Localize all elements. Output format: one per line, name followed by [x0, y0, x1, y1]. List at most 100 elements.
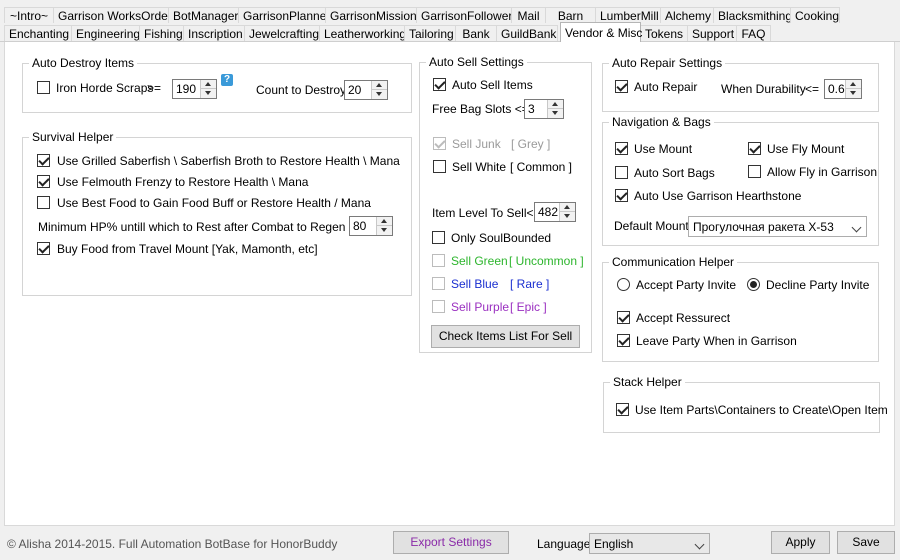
buy-food-checkbox[interactable] — [37, 242, 50, 255]
save-button[interactable]: Save — [837, 531, 895, 554]
tab-blacksmithing[interactable]: Blacksmithing — [713, 7, 792, 23]
stepper-up-icon[interactable] — [377, 217, 392, 226]
stepper-up-icon[interactable] — [201, 80, 216, 89]
auto-sell-checkbox[interactable] — [433, 78, 446, 91]
durability-label: When Durability — [721, 82, 806, 96]
default-mount-dropdown[interactable]: Прогулочная ракета X-53 — [688, 216, 867, 237]
communication-helper-title: Communication Helper — [609, 255, 738, 269]
tab-mail[interactable]: Mail — [511, 7, 546, 23]
stepper-down-icon[interactable] — [846, 89, 861, 98]
stepper-down-icon[interactable] — [372, 90, 387, 99]
free-slots-value: 3 — [528, 102, 535, 116]
tab-guildbank[interactable]: GuildBank — [496, 25, 558, 41]
tab-lumbermill[interactable]: LumberMill — [595, 7, 661, 23]
junk-quality-tag: [ Grey ] — [511, 137, 551, 151]
stepper-up-icon[interactable] — [372, 81, 387, 90]
scraps-operator: >= — [147, 81, 162, 95]
sell-purple-checkbox[interactable] — [432, 300, 445, 313]
stepper-up-icon[interactable] — [846, 80, 861, 89]
auto-repair-checkbox[interactable] — [615, 80, 628, 93]
item-level-label: Item Level To Sell<= — [432, 206, 541, 220]
grilled-saberfish-checkbox[interactable] — [37, 154, 50, 167]
auto-sort-bags-checkbox[interactable] — [615, 166, 628, 179]
stepper-down-icon[interactable] — [377, 226, 392, 235]
help-icon[interactable]: ? — [221, 74, 233, 86]
stepper-up-icon[interactable] — [560, 203, 575, 212]
export-settings-button[interactable]: Export Settings — [393, 531, 509, 554]
garrison-hearthstone-label: Auto Use Garrison Hearthstone — [634, 189, 802, 203]
iron-horde-scraps-label: Iron Horde Scraps — [56, 81, 154, 95]
tab-intro[interactable]: ~Intro~ — [4, 7, 54, 23]
stack-helper-title: Stack Helper — [610, 375, 685, 389]
check-items-list-button[interactable]: Check Items List For Sell — [431, 325, 580, 348]
default-mount-value: Прогулочная ракета X-53 — [693, 220, 834, 234]
tab-cooking[interactable]: Cooking — [790, 7, 840, 23]
tab-tokens[interactable]: Tokens — [640, 25, 688, 41]
tab-engineering[interactable]: Engineering — [71, 25, 140, 41]
sell-purple-label: Sell Purple — [451, 300, 510, 314]
stepper-up-icon[interactable] — [548, 100, 563, 109]
tab-enchanting[interactable]: Enchanting — [4, 25, 72, 41]
decline-party-label: Decline Party Invite — [766, 278, 870, 292]
best-food-label: Use Best Food to Gain Food Buff or Resto… — [57, 196, 371, 210]
tab-inscription[interactable]: Inscription — [183, 25, 245, 41]
tab-garrisonplanner[interactable]: GarrisonPlanner — [238, 7, 330, 23]
free-bag-slots-stepper[interactable]: 3 — [524, 99, 564, 119]
copyright-text: © Alisha 2014-2015. Full Automation BotB… — [7, 537, 338, 551]
tab-tailoring[interactable]: Tailoring — [404, 25, 456, 41]
sell-white-label: Sell White — [452, 160, 507, 174]
use-item-parts-label: Use Item Parts\Containers to Create\Open… — [635, 403, 888, 417]
scraps-value: 190 — [176, 82, 197, 96]
iron-horde-scraps-checkbox[interactable] — [37, 81, 50, 94]
use-mount-checkbox[interactable] — [615, 142, 628, 155]
tab-alchemy[interactable]: Alchemy — [660, 7, 714, 23]
tab-bank[interactable]: Bank — [455, 25, 497, 41]
tab-garrisonmissions[interactable]: GarrisonMissions — [325, 7, 423, 23]
allow-fly-garrison-checkbox[interactable] — [748, 165, 761, 178]
stepper-down-icon[interactable] — [201, 89, 216, 98]
min-hp-value: 80 — [353, 219, 367, 233]
language-dropdown[interactable]: English — [589, 533, 710, 554]
min-hp-stepper[interactable]: 80 — [349, 216, 393, 236]
chevron-down-icon — [851, 222, 862, 233]
tab-garrison-worksorders[interactable]: Garrison WorksOrders — [53, 7, 178, 23]
use-fly-mount-label: Use Fly Mount — [767, 142, 845, 156]
durability-stepper[interactable]: 0.6 — [824, 79, 862, 99]
leave-party-checkbox[interactable] — [617, 334, 630, 347]
sell-green-checkbox[interactable] — [432, 254, 445, 267]
decline-party-radio[interactable] — [747, 278, 760, 291]
chevron-down-icon — [694, 539, 705, 550]
accept-ressurect-checkbox[interactable] — [617, 311, 630, 324]
tab-garrisonfollowers[interactable]: GarrisonFollowers — [416, 7, 518, 23]
tab-support[interactable]: Support — [687, 25, 737, 41]
soulbounded-checkbox[interactable] — [432, 231, 445, 244]
sell-junk-checkbox[interactable] — [433, 137, 446, 150]
sell-blue-label: Sell Blue — [451, 277, 499, 291]
tab-botmanager[interactable]: BotManager — [168, 7, 239, 23]
sell-white-checkbox[interactable] — [433, 160, 446, 173]
tab-faq[interactable]: FAQ — [736, 25, 771, 41]
tab-vendor-misc[interactable]: Vendor & Misc — [560, 22, 642, 42]
stepper-down-icon[interactable] — [548, 109, 563, 118]
language-value: English — [594, 537, 634, 551]
garrison-hearthstone-checkbox[interactable] — [615, 189, 628, 202]
tab-fishing[interactable]: Fishing — [139, 25, 184, 41]
sell-blue-checkbox[interactable] — [432, 277, 445, 290]
count-to-destroy-stepper[interactable]: 20 — [344, 80, 388, 100]
use-fly-mount-checkbox[interactable] — [748, 142, 761, 155]
item-level-stepper[interactable]: 482 — [534, 202, 576, 222]
tab-leatherworking[interactable]: Leatherworking — [319, 25, 406, 41]
tab-jewelcrafting[interactable]: Jewelcrafting — [244, 25, 320, 41]
language-label: Language — [537, 537, 591, 551]
best-food-checkbox[interactable] — [37, 196, 50, 209]
felmouth-frenzy-checkbox[interactable] — [37, 175, 50, 188]
apply-button[interactable]: Apply — [771, 531, 830, 554]
tab-barn[interactable]: Barn — [545, 7, 596, 23]
accept-party-radio[interactable] — [617, 278, 630, 291]
scraps-stepper[interactable]: 190 — [172, 79, 217, 99]
use-item-parts-checkbox[interactable] — [616, 403, 629, 416]
blue-quality-tag: [ Rare ] — [510, 277, 550, 291]
stepper-down-icon[interactable] — [560, 212, 575, 221]
auto-destroy-title: Auto Destroy Items — [29, 56, 138, 70]
auto-sell-title: Auto Sell Settings — [426, 55, 527, 69]
